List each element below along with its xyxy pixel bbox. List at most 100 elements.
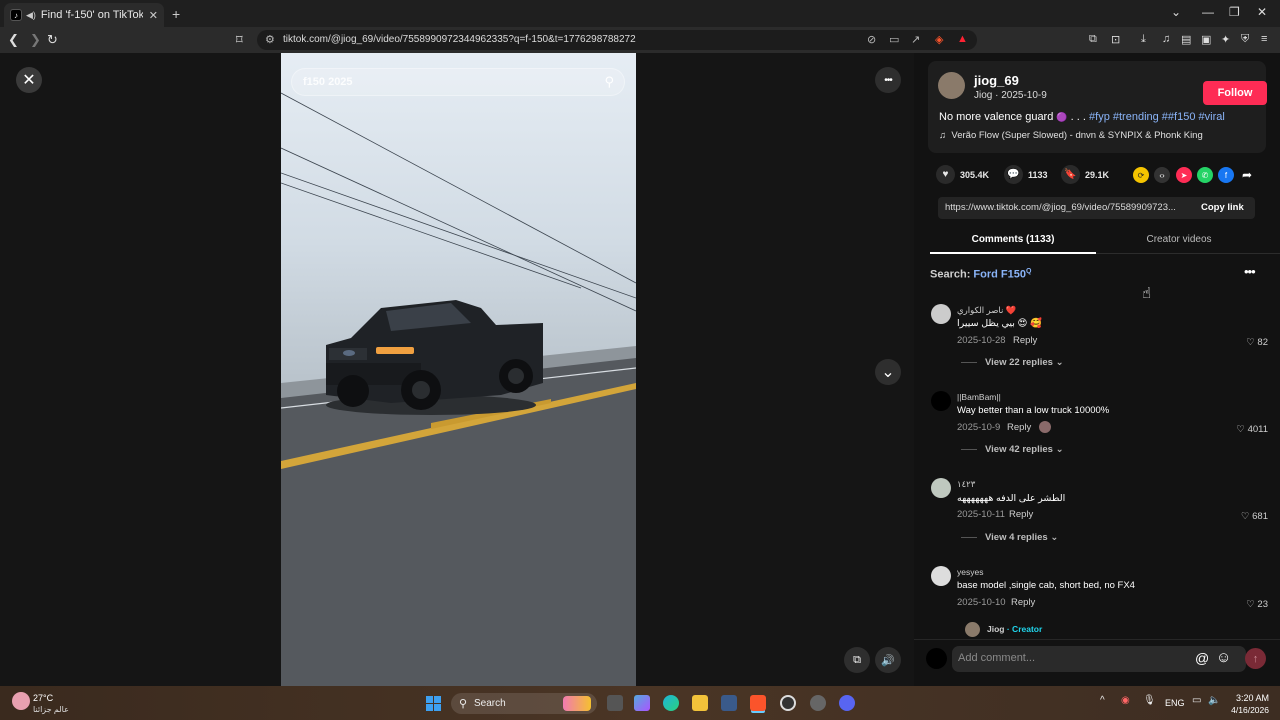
- heart-outline-icon[interactable]: ♡: [1241, 511, 1250, 522]
- new-tab-button[interactable]: +: [172, 6, 180, 22]
- store-icon[interactable]: [721, 695, 737, 711]
- cast-icon[interactable]: ▭: [889, 33, 899, 46]
- music-title[interactable]: Verão Flow (Super Slowed) - dnvn & SYNPI…: [951, 130, 1202, 141]
- volume-icon[interactable]: 🔊: [875, 647, 901, 673]
- share-coin-icon[interactable]: ⟳: [1133, 167, 1149, 183]
- clock-time[interactable]: 3:20 AM: [1229, 693, 1269, 703]
- clock-date[interactable]: 4/16/2026: [1225, 705, 1269, 715]
- reload-icon[interactable]: ↻: [47, 32, 58, 48]
- more-options-button[interactable]: •••: [875, 67, 901, 93]
- windows-start-icon[interactable]: [426, 696, 441, 711]
- mention-icon[interactable]: @: [1195, 650, 1209, 666]
- author-avatar[interactable]: [938, 72, 965, 99]
- window-close-icon[interactable]: ✕: [1257, 5, 1267, 19]
- search-hint-icon[interactable]: Q: [1026, 268, 1031, 275]
- facebook-icon[interactable]: f: [1218, 167, 1234, 183]
- comment-user[interactable]: ١٤٢٣: [957, 479, 975, 490]
- creator-reply-user[interactable]: Jiog: [987, 624, 1004, 634]
- embed-code-icon[interactable]: ‹›: [1154, 167, 1170, 183]
- creator-reply-avatar[interactable]: [965, 622, 980, 637]
- comment-icon[interactable]: 💬: [1004, 165, 1023, 184]
- brave-shields-icon[interactable]: ◈: [935, 33, 943, 46]
- view-replies-button[interactable]: View 22 replies ⌄: [961, 357, 1064, 368]
- heart-outline-icon[interactable]: ♡: [1246, 599, 1255, 610]
- address-bar[interactable]: ⚙ tiktok.com/@jiog_69/video/755899097234…: [257, 30, 977, 50]
- audio-playing-icon[interactable]: ◀): [26, 10, 36, 21]
- post-comment-icon[interactable]: ↑: [1245, 648, 1266, 669]
- wallet-icon[interactable]: ▣: [1201, 33, 1211, 46]
- next-video-button[interactable]: ⌄: [875, 359, 901, 385]
- brave-icon[interactable]: [750, 695, 766, 711]
- comment-placeholder[interactable]: Add comment...: [958, 652, 1035, 664]
- reply-button[interactable]: Reply: [1011, 597, 1035, 608]
- comment-likes[interactable]: ♡ 82: [1246, 337, 1268, 348]
- menu-icon[interactable]: ≡: [1261, 33, 1267, 45]
- send-to-friends-icon[interactable]: ➤: [1176, 167, 1192, 183]
- comment-user[interactable]: ناصر الكواري ❤️: [957, 305, 1016, 316]
- reply-button[interactable]: Reply: [1009, 509, 1033, 520]
- discord-icon[interactable]: [839, 695, 855, 711]
- heart-icon[interactable]: ♥: [936, 165, 955, 184]
- copy-link-button[interactable]: Copy link: [1201, 202, 1244, 213]
- heart-outline-icon[interactable]: ♡: [1246, 337, 1255, 348]
- comment-stat[interactable]: 💬 1133: [1004, 165, 1048, 184]
- follow-button[interactable]: Follow: [1203, 81, 1267, 105]
- vpn-icon[interactable]: ⛨: [1241, 33, 1249, 46]
- close-video-button[interactable]: ✕: [16, 67, 42, 93]
- extensions-icon[interactable]: ⧉: [1089, 33, 1097, 46]
- view-replies-button[interactable]: View 4 replies ⌄: [961, 532, 1058, 543]
- share-page-icon[interactable]: ↗: [911, 33, 920, 46]
- pip-icon[interactable]: ⧉: [844, 647, 870, 673]
- view-replies-button[interactable]: View 42 replies ⌄: [961, 444, 1064, 455]
- comment-user[interactable]: yesyes: [957, 567, 983, 577]
- volume-icon[interactable]: 🔈: [1208, 695, 1220, 706]
- emoji-icon[interactable]: ☺: [1216, 649, 1231, 666]
- video-search-input[interactable]: f150 2025 ⚲: [291, 68, 625, 96]
- forward-icon[interactable]: ❯: [30, 32, 41, 48]
- minimize-icon[interactable]: —: [1202, 5, 1214, 19]
- music-row[interactable]: ♫ Verão Flow (Super Slowed) - dnvn & SYN…: [939, 130, 1203, 141]
- settings-gear-icon[interactable]: [810, 695, 826, 711]
- comment-likes[interactable]: ♡ 23: [1246, 599, 1268, 610]
- avatar[interactable]: [931, 566, 951, 586]
- search-hint[interactable]: Search: Ford F150Q: [930, 268, 1031, 281]
- creator-reply-header[interactable]: Jiog · Creator: [987, 624, 1042, 634]
- view-replies-label[interactable]: View 22 replies: [985, 357, 1053, 368]
- avatar[interactable]: [931, 391, 951, 411]
- widgets-icon[interactable]: [634, 695, 650, 711]
- comments-more-icon[interactable]: •••: [1244, 264, 1256, 279]
- tray-app-icon[interactable]: ◉: [1121, 695, 1130, 706]
- task-view-icon[interactable]: [607, 695, 623, 711]
- view-replies-label[interactable]: View 4 replies: [985, 532, 1048, 543]
- leo-ai-icon[interactable]: ✦: [1221, 33, 1230, 46]
- video-link-text[interactable]: https://www.tiktok.com/@jiog_69/video/75…: [945, 202, 1176, 213]
- more-share-icon[interactable]: ➦: [1239, 167, 1255, 183]
- browser-tab[interactable]: ♪ ◀) Find 'f-150' on TikTok | TikTok ✕: [4, 3, 164, 27]
- tab-creator-videos[interactable]: Creator videos: [1096, 224, 1262, 254]
- search-icon[interactable]: ⚲: [604, 74, 614, 90]
- like-stat[interactable]: ♥ 305.4K: [936, 165, 989, 184]
- file-explorer-icon[interactable]: [692, 695, 708, 711]
- video-player[interactable]: [281, 53, 636, 686]
- media-icon[interactable]: ♫: [1162, 33, 1170, 45]
- no-track-icon[interactable]: ⊘: [867, 33, 876, 46]
- avatar[interactable]: [931, 478, 951, 498]
- hashtags-link[interactable]: #fyp #trending ##f150 #viral: [1089, 111, 1225, 123]
- tab-close-icon[interactable]: ✕: [149, 9, 158, 22]
- search-hint-term[interactable]: Ford F150: [973, 269, 1026, 281]
- tray-chevron-icon[interactable]: ^: [1100, 695, 1105, 706]
- video-link-box[interactable]: https://www.tiktok.com/@jiog_69/video/75…: [938, 197, 1255, 219]
- maximize-icon[interactable]: ❐: [1229, 5, 1240, 19]
- tab-list-chevron-icon[interactable]: ⌄: [1171, 5, 1181, 19]
- tab-comments[interactable]: Comments (1133): [930, 224, 1096, 254]
- microphone-icon[interactable]: 🎙: [1143, 695, 1156, 706]
- taskbar-search-label[interactable]: Search: [474, 698, 506, 709]
- app-icon[interactable]: [780, 695, 796, 711]
- author-handle[interactable]: jiog_69: [974, 73, 1019, 88]
- weather-icon[interactable]: [12, 692, 30, 710]
- heart-outline-icon[interactable]: ♡: [1236, 424, 1245, 435]
- downloads-icon[interactable]: ⤓: [1141, 33, 1146, 46]
- edge-icon[interactable]: [663, 695, 679, 711]
- reply-button[interactable]: Reply: [1013, 335, 1037, 346]
- back-icon[interactable]: ❮: [8, 32, 19, 48]
